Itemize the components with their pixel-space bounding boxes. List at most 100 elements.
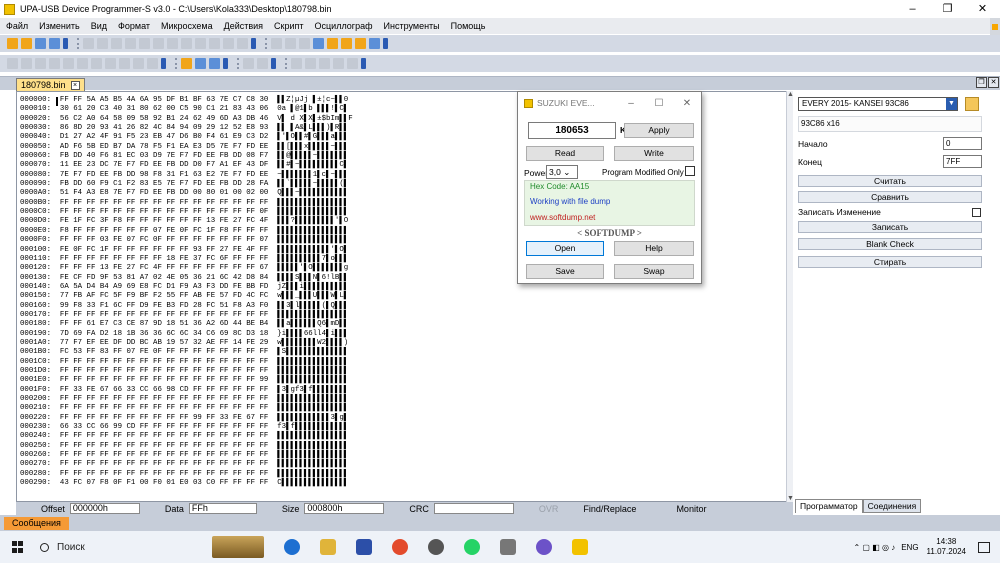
split-icon[interactable]	[333, 58, 344, 69]
text-view-icon[interactable]	[195, 58, 206, 69]
prev-icon[interactable]	[77, 58, 88, 69]
hex-row[interactable]: 000000: FF FF 5A A5 B5 4A 6A 95 DF B1 BF…	[20, 96, 353, 105]
save-button[interactable]: Save	[526, 264, 604, 279]
blank-check-button[interactable]: Blank Check	[798, 238, 982, 250]
fill-icon[interactable]	[209, 38, 220, 49]
hex-row[interactable]: 000210: FF FF FF FF FF FF FF FF FF FF FF…	[20, 404, 353, 413]
hex-row[interactable]: 000100: FE 0F FC 1F FF FF FF FF FF FF 93…	[20, 246, 353, 255]
language-indicator[interactable]: ENG	[901, 543, 918, 552]
hex-row[interactable]: 000040: D1 27 A2 4F 91 F5 23 EB 47 D6 B0…	[20, 133, 353, 142]
menu-view[interactable]: Вид	[91, 21, 107, 31]
app-circle-icon[interactable]	[428, 539, 444, 555]
compare-button[interactable]: Сравнить	[798, 191, 982, 203]
replace-icon[interactable]	[181, 38, 192, 49]
tab-programmer[interactable]: Программатор	[795, 499, 863, 513]
apply-button[interactable]: Apply	[624, 123, 694, 138]
cut-icon[interactable]	[111, 38, 122, 49]
find-icon[interactable]	[167, 38, 178, 49]
hex-row[interactable]: 000180: FF FF 61 E7 C3 CE 87 9D 18 51 36…	[20, 320, 353, 329]
hex-row[interactable]: 000160: 99 F8 33 F1 6C FF D9 FE B3 FD 28…	[20, 302, 353, 311]
hex-row[interactable]: 0001D0: FF FF FF FF FF FF FF FF FF FF FF…	[20, 367, 353, 376]
device-select[interactable]: EVERY 2015- KANSEI 93C86 ▼	[798, 97, 958, 111]
hex-row[interactable]: 000140: 6A 5A D4 B4 A9 69 E8 FC D1 F9 A3…	[20, 283, 353, 292]
hex-dump[interactable]: 000000: FF FF 5A A5 B5 4A 6A 95 DF B1 BF…	[20, 96, 353, 488]
play-icon[interactable]	[243, 58, 254, 69]
close-tab-icon[interactable]: ×	[70, 80, 80, 90]
tab-messages[interactable]: Сообщения	[4, 517, 69, 530]
open-button[interactable]: Open	[526, 241, 604, 256]
hex-row[interactable]: 000200: FF FF FF FF FF FF FF FF FF FF FF…	[20, 395, 353, 404]
compare-icon[interactable]	[237, 38, 248, 49]
new-file-icon[interactable]	[7, 38, 18, 49]
hex-row[interactable]: 000230: 66 33 CC 66 99 CD FF FF FF FF FF…	[20, 423, 353, 432]
pause-icon[interactable]	[257, 58, 268, 69]
power-select[interactable]: 3,0 ⌄	[546, 165, 578, 179]
help-button[interactable]: Help	[614, 241, 694, 256]
write-button[interactable]: Write	[614, 146, 694, 161]
hex-row[interactable]: 000050: AD F6 5B ED B7 DA 78 F5 F1 EA E3…	[20, 143, 353, 152]
hex-row[interactable]: 000170: FF FF FF FF FF FF FF FF FF FF FF…	[20, 311, 353, 320]
tools-icon[interactable]	[355, 38, 366, 49]
hex-row[interactable]: 000120: FF FF FF 13 FE 27 FC 4F FF FF FF…	[20, 264, 353, 273]
hex-row[interactable]: 0000A0: 51 F4 A3 E8 7E F7 FD EE FB DD 00…	[20, 189, 353, 198]
hex-row[interactable]: 000080: 7E F7 FD EE FB DD 98 F8 31 F1 63…	[20, 171, 353, 180]
scroll-up-icon[interactable]: ▲	[787, 91, 794, 98]
chevron-down-icon[interactable]: ▼	[946, 98, 957, 110]
widget-picture-icon[interactable]	[212, 536, 264, 558]
maximize-button[interactable]: ❐	[930, 0, 965, 18]
menu-file[interactable]: Файл	[6, 21, 28, 31]
settings-icon[interactable]	[313, 38, 324, 49]
start-address-input[interactable]: 0	[943, 137, 982, 150]
hex-scrollbar[interactable]: ▲ ▼	[786, 91, 794, 502]
dialog-close-button[interactable]: ✕	[673, 98, 701, 109]
refresh-icon[interactable]	[119, 58, 130, 69]
menu-help[interactable]: Помощь	[451, 21, 486, 31]
hex-row[interactable]: 0000D0: FE 1F FC 3F F8 FF FF FF FF FF FF…	[20, 217, 353, 226]
erase-button[interactable]: Стирать	[798, 256, 982, 268]
hex-row[interactable]: 000060: FB DD 40 F6 81 EC 03 D9 7E F7 FD…	[20, 152, 353, 161]
next-icon[interactable]	[91, 58, 102, 69]
end-address-input[interactable]: 7FF	[943, 155, 982, 168]
website-link[interactable]: www.softdump.net	[530, 213, 595, 222]
paste-icon[interactable]	[139, 38, 150, 49]
hex-row[interactable]: 000150: 77 FB AF FC 5F F9 BF F2 55 FF AB…	[20, 292, 353, 301]
hex-row[interactable]: 000260: FF FF FF FF FF FF FF FF FF FF FF…	[20, 451, 353, 460]
hex-row[interactable]: 000110: FF FF FF FF FF FF FF FF 18 FE 37…	[20, 255, 353, 264]
stop-icon[interactable]	[35, 58, 46, 69]
file-explorer-icon[interactable]	[320, 539, 336, 555]
close-icon[interactable]: ✕	[988, 77, 999, 88]
hex-row[interactable]: 0000F0: FF FF FF 03 FE 07 FC 0F FF FF FF…	[20, 236, 353, 245]
save-app-icon[interactable]	[356, 539, 372, 555]
hex-row[interactable]: 0001C0: FF FF FF FF FF FF FF FF FF FF FF…	[20, 358, 353, 367]
clock[interactable]: 14:38 11.07.2024	[927, 537, 966, 557]
grid-view-icon[interactable]	[209, 58, 220, 69]
menu-tools[interactable]: Инструменты	[384, 21, 440, 31]
hex-row[interactable]: 000070: 11 EE 23 DC 7E F7 FD EE FB DD D0…	[20, 161, 353, 170]
menu-oscilloscope[interactable]: Осциллограф	[315, 21, 373, 31]
tab-180798-bin[interactable]: 180798.bin ×	[16, 78, 85, 91]
cascade-icon[interactable]	[319, 58, 330, 69]
window-icon[interactable]	[291, 58, 302, 69]
connect-icon[interactable]	[285, 38, 296, 49]
minimize-button[interactable]: –	[895, 0, 930, 18]
hex-row[interactable]: 0001B0: FC 53 FF 83 FF 07 FE 0F FF FF FF…	[20, 348, 353, 357]
hex-row[interactable]: 000270: FF FF FF FF FF FF FF FF FF FF FF…	[20, 460, 353, 469]
hex-view-icon[interactable]	[181, 58, 192, 69]
detect-icon[interactable]	[299, 38, 310, 49]
checksum-icon[interactable]	[223, 38, 234, 49]
open-folder-icon[interactable]	[965, 97, 979, 111]
save-as-icon[interactable]	[49, 38, 60, 49]
back-icon[interactable]	[21, 58, 32, 69]
mileage-input[interactable]: 180653	[528, 122, 616, 139]
hex-row[interactable]: 000010: 30 61 20 C3 40 31 80 62 00 C5 90…	[20, 105, 353, 114]
hex-row[interactable]: 0001F0: FF 33 FE 67 66 33 CC 66 98 CD FF…	[20, 386, 353, 395]
notification-icon[interactable]	[978, 541, 990, 553]
swap-button[interactable]: Swap	[614, 264, 694, 279]
hex-row[interactable]: 0000E0: F8 FF FF FF FF FF FF 07 FE 0F FC…	[20, 227, 353, 236]
viber-icon[interactable]	[536, 539, 552, 555]
left-icon[interactable]	[49, 58, 60, 69]
tray-icons[interactable]: ⌃ ▢ ◧ ◎ ♪	[854, 543, 896, 552]
tile-icon[interactable]	[305, 58, 316, 69]
save-icon[interactable]	[35, 38, 46, 49]
copy-icon[interactable]	[125, 38, 136, 49]
